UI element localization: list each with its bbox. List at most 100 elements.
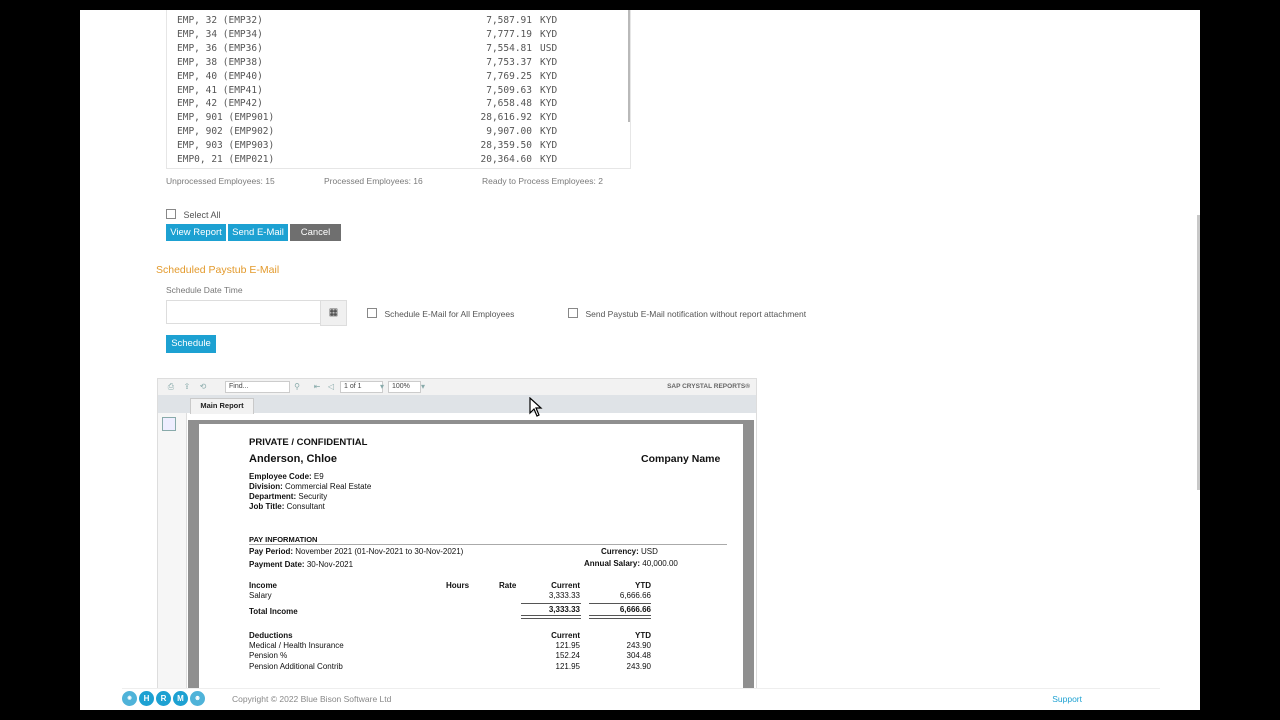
deductions-current-header: Current	[551, 631, 580, 640]
deduction-ytd: 304.48	[626, 651, 651, 660]
first-page-icon[interactable]: ⇤	[312, 382, 322, 391]
total-income-current: 3,333.33	[548, 605, 580, 614]
no-attachment-row: Send Paystub E-Mail notification without…	[568, 304, 806, 322]
select-all-row: Select All	[166, 205, 220, 223]
department: Security	[298, 492, 328, 501]
employee-amount: 28,359.50	[480, 140, 532, 152]
employee-code-row: Employee Code: E9	[249, 472, 324, 481]
division-label: Division:	[249, 482, 283, 491]
employee-amount: 7,769.25	[486, 70, 532, 82]
schedule-all-label: Schedule E-Mail for All Employees	[384, 309, 515, 319]
tab-main-report[interactable]: Main Report	[190, 398, 254, 414]
zoom-dropdown-icon[interactable]: ▾	[418, 382, 428, 391]
employee-currency: KYD	[540, 70, 558, 82]
employee-name: EMP, 42 (EMP42)	[177, 98, 263, 110]
schedule-date-input[interactable]	[166, 300, 321, 324]
logo-letter: H	[139, 691, 154, 706]
total-income-label: Total Income	[249, 607, 298, 616]
employee-currency: KYD	[540, 28, 558, 40]
employee-amount: 7,658.48	[486, 98, 532, 110]
find-input[interactable]: Find...	[225, 381, 290, 393]
employee-amount: 28,616.92	[480, 112, 532, 124]
no-attachment-checkbox[interactable]	[568, 307, 578, 318]
employee-amount: 9,907.00	[486, 126, 532, 138]
logo-letter: R	[156, 691, 171, 706]
pay-period: November 2021 (01-Nov-2021 to 30-Nov-202…	[295, 547, 464, 556]
division-row: Division: Commercial Real Estate	[249, 482, 371, 491]
refresh-icon[interactable]: ⟲	[198, 382, 208, 391]
print-icon[interactable]: ⎙	[166, 382, 176, 391]
deduction-current: 121.95	[555, 641, 580, 650]
employee-amount: 7,753.37	[486, 56, 532, 68]
deduction-ytd: 243.90	[626, 641, 651, 650]
group-tree-panel	[158, 413, 187, 689]
employee-name: EMP, 38 (EMP38)	[177, 56, 263, 68]
employee-currency: KYD	[540, 140, 558, 152]
viewer-tabbar: Main Report	[158, 395, 756, 414]
report-page: PRIVATE / CONFIDENTIAL Anderson, Chloe C…	[199, 424, 743, 689]
currency-row: Currency: USD	[601, 547, 658, 556]
employee-amount: 20,364.60	[480, 154, 532, 165]
payment-date-label: Payment Date:	[249, 560, 305, 569]
income-header: Income	[249, 581, 278, 590]
group-tree-icon[interactable]	[162, 417, 176, 431]
salary-ytd: 6,666.66	[619, 591, 651, 600]
payment-date: 30-Nov-2021	[306, 560, 354, 569]
schedule-button[interactable]: Schedule	[166, 335, 216, 353]
select-all-checkbox[interactable]	[166, 208, 176, 219]
annual-salary-row: Annual Salary: 40,000.00	[584, 559, 678, 568]
department-label: Department:	[249, 492, 297, 501]
employee-amount: 7,587.91	[486, 15, 532, 26]
currency-label: Currency:	[601, 547, 639, 556]
export-icon[interactable]: ⇪	[182, 382, 192, 391]
company-name: Company Name	[641, 453, 721, 465]
send-email-button[interactable]: Send E-Mail	[228, 224, 288, 241]
pay-info-heading: PAY INFORMATION	[249, 535, 318, 544]
deduction-label: Pension Additional Contrib	[249, 662, 343, 671]
binoculars-icon[interactable]: ⚲	[292, 382, 302, 391]
schedule-all-checkbox[interactable]	[367, 307, 377, 318]
logo-bison-icon: ◉	[122, 691, 137, 706]
employee-amount: 7,777.19	[486, 28, 532, 40]
payment-date-row: Payment Date: 30-Nov-2021	[249, 560, 353, 569]
employee-name: EMP, 36 (EMP36)	[177, 42, 263, 54]
logo-letter: M	[173, 691, 188, 706]
schedule-date-label: Schedule Date Time	[166, 285, 243, 295]
employee-currency: KYD	[540, 84, 558, 96]
cancel-button[interactable]: Cancel	[290, 224, 341, 241]
view-report-button[interactable]: View Report	[166, 224, 226, 241]
employee-currency: KYD	[540, 98, 558, 110]
calendar-icon[interactable]: ▦	[320, 300, 347, 326]
employee-name: EMP0, 21 (EMP021)	[177, 154, 275, 165]
support-link[interactable]: Support	[1052, 694, 1082, 704]
employee-currency: KYD	[540, 56, 558, 68]
prev-page-icon[interactable]: ◁	[326, 382, 336, 391]
employee-name: EMP, 41 (EMP41)	[177, 84, 263, 96]
copyright: Copyright © 2022 Blue Bison Software Ltd	[232, 694, 392, 704]
salary-current: 3,333.33	[548, 591, 580, 600]
job-title-label: Job Title:	[249, 502, 285, 511]
deduction-label: Pension %	[249, 651, 288, 660]
employee-name: EMP, 903 (EMP903)	[177, 140, 275, 152]
income-current-header: Current	[551, 581, 580, 590]
select-all-label: Select All	[183, 210, 221, 220]
deduction-current: 121.95	[555, 662, 580, 671]
deductions-ytd-header: YTD	[635, 631, 651, 640]
annual-salary: 40,000.00	[642, 559, 678, 568]
zoom-select[interactable]: 100%	[388, 381, 421, 393]
hrm-logo: ◉ H R M ☻	[122, 691, 206, 707]
deductions-header: Deductions	[249, 631, 293, 640]
employee-currency: KYD	[540, 154, 558, 165]
crystal-reports-brand: SAP CRYSTAL REPORTS®	[667, 383, 750, 390]
schedule-all-row: Schedule E-Mail for All Employees	[367, 304, 514, 322]
total-line-current-bottom	[521, 615, 581, 619]
list-scrollbar[interactable]	[628, 10, 630, 122]
total-income-ytd: 6,666.66	[619, 605, 651, 614]
employee-list[interactable]: EMP, 32 (EMP32) 7,587.91 KYD EMP, 34 (EMP34…	[166, 10, 631, 169]
page-dropdown-icon[interactable]: ▾	[377, 382, 387, 391]
currency: USD	[641, 547, 658, 556]
employee-name: Anderson, Chloe	[249, 453, 338, 465]
page-scrollbar[interactable]	[1197, 215, 1200, 490]
hours-header: Hours	[446, 581, 470, 590]
deduction-ytd: 243.90	[626, 662, 651, 671]
